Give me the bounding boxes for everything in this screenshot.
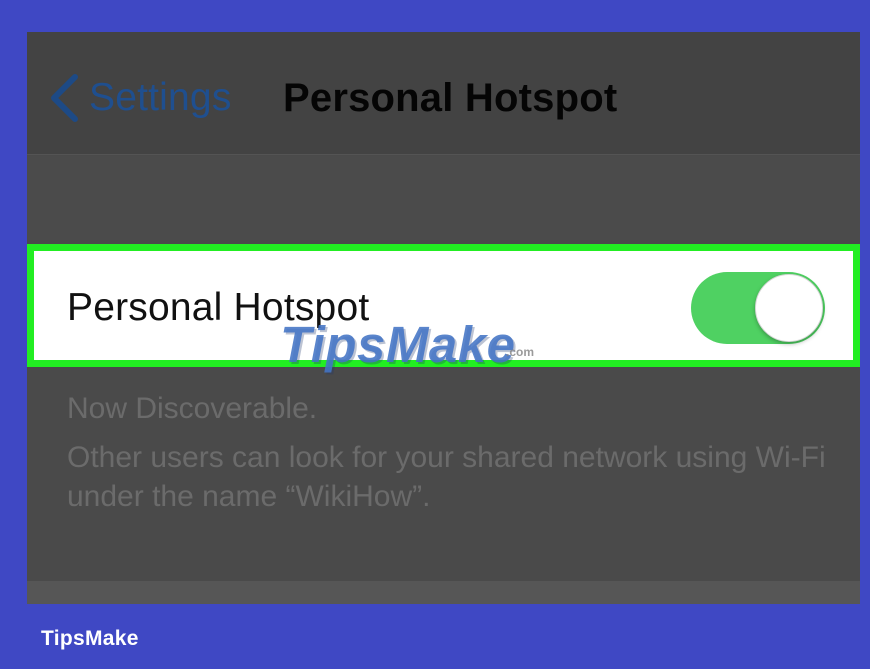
hotspot-status-text: Now Discoverable. bbox=[67, 392, 318, 425]
personal-hotspot-toggle[interactable] bbox=[691, 272, 825, 344]
hotspot-description-text: Other users can look for your shared net… bbox=[67, 441, 826, 513]
personal-hotspot-row: Personal Hotspot bbox=[27, 244, 860, 367]
back-button-label: Settings bbox=[89, 76, 232, 119]
page-title: Personal Hotspot bbox=[283, 76, 618, 120]
back-button[interactable]: Settings bbox=[47, 70, 232, 126]
chevron-left-icon bbox=[51, 74, 78, 122]
personal-hotspot-label: Personal Hotspot bbox=[67, 286, 370, 329]
lower-settings-group bbox=[27, 581, 860, 604]
tutorial-frame: Settings Personal Hotspot Personal Hotsp… bbox=[0, 0, 870, 669]
ios-settings-screen: Settings Personal Hotspot Personal Hotsp… bbox=[27, 32, 860, 604]
brand-label: TipsMake bbox=[41, 627, 139, 650]
navigation-bar: Settings Personal Hotspot bbox=[27, 32, 860, 155]
toggle-knob bbox=[755, 274, 823, 342]
section-spacer bbox=[27, 156, 860, 244]
